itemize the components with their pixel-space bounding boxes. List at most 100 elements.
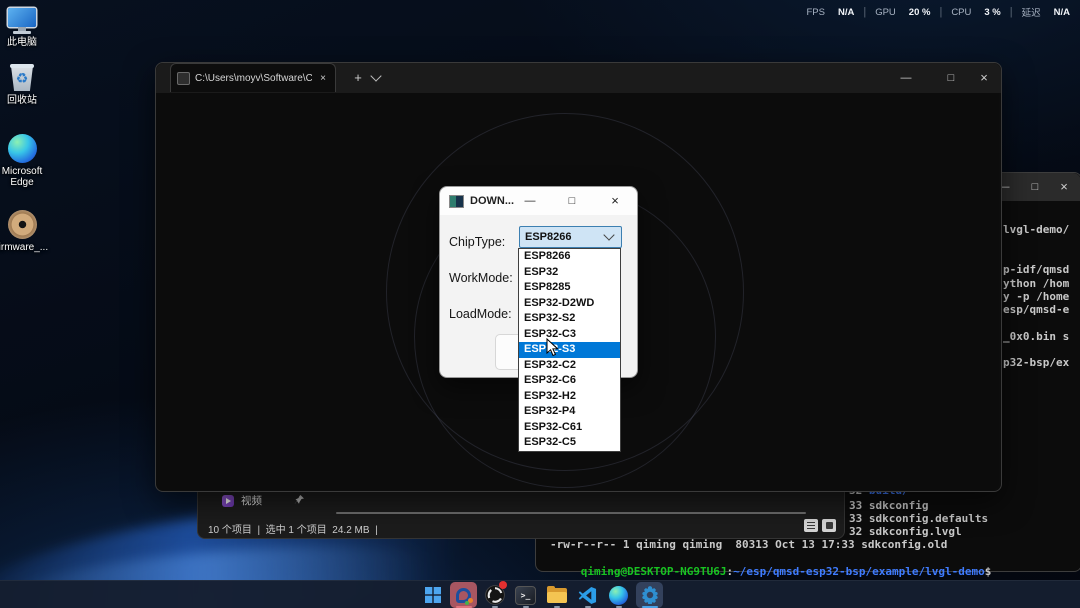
terminal-tab[interactable]: C:\Users\moyv\Software\Codi × — [170, 63, 336, 92]
dropdown-item[interactable]: ESP32-S2 — [519, 311, 620, 327]
gpu-label: GPU — [875, 7, 896, 18]
desktop-icon-this-pc[interactable]: 此电脑 — [0, 8, 54, 48]
gpu-value: 20 % — [909, 7, 931, 18]
cpu-value: 3 % — [984, 7, 1000, 18]
gear-icon — [641, 586, 659, 604]
dropdown-item[interactable]: ESP32-D2WD — [519, 296, 620, 312]
maximize-icon[interactable]: □ — [936, 63, 966, 93]
desktop-icon-label: 此电脑 — [0, 37, 54, 48]
close-icon[interactable]: × — [605, 187, 625, 215]
dropdown-item[interactable]: ESP8266 — [519, 249, 620, 265]
app-icon — [449, 195, 464, 208]
close-icon[interactable]: × — [1051, 173, 1077, 201]
terminal-text: y -p /home — [1003, 290, 1069, 303]
taskbar: >_ ∧ 中 拼 — [0, 580, 1080, 608]
prompt-user-host: qiming@DESKTOP-NG9TU6J — [581, 565, 727, 578]
minimize-icon[interactable]: — — [520, 187, 540, 215]
mouse-cursor — [546, 338, 559, 357]
desktop-icon-edge[interactable]: Microsoft Edge — [0, 134, 54, 188]
performance-overlay: FPS N/A | GPU 20 % | CPU 3 % | 延迟 N/A — [806, 5, 1070, 19]
dropdown-item[interactable]: ESP32-C5 — [519, 435, 620, 451]
terminal-text: _0x0.bin s — [1003, 330, 1069, 343]
workmode-label: WorkMode: — [449, 271, 513, 285]
desktop-icon-label: Microsoft Edge — [0, 166, 52, 188]
desktop-icon-firmware-disc[interactable]: firmware_... — [0, 210, 54, 253]
edge-icon — [8, 134, 37, 163]
taskbar-center-icons: >_ — [419, 582, 663, 608]
close-icon[interactable]: × — [969, 63, 999, 93]
cmd-icon — [177, 72, 190, 85]
dropdown-item[interactable]: ESP32 — [519, 265, 620, 281]
status-bar-text: 10 个项目 | 选中 1 个项目 24.2 MB | — [208, 521, 378, 536]
terminal-text: 33 sdkconfig — [849, 499, 928, 512]
tab-title: C:\Users\moyv\Software\Codi — [195, 73, 312, 84]
terminal-icon: >_ — [515, 586, 536, 605]
explorer-scrollbar[interactable] — [336, 512, 806, 514]
terminal-text: 33 sdkconfig.defaults — [849, 512, 988, 525]
taskbar-icon-qq[interactable] — [450, 582, 477, 608]
maximize-icon[interactable]: □ — [562, 187, 582, 215]
terminal-text: p32-bsp/ex — [1003, 356, 1069, 369]
chiptype-dropdown-list: ESP8266 ESP32 ESP8285 ESP32-D2WD ESP32-S… — [518, 248, 621, 452]
taskbar-icon-settings[interactable] — [636, 582, 663, 608]
videos-icon — [222, 495, 234, 507]
windows-logo-icon — [425, 587, 441, 603]
taskbar-icon-explorer[interactable] — [543, 582, 570, 608]
pin-icon[interactable] — [294, 494, 305, 505]
loadmode-label: LoadMode: — [449, 307, 512, 321]
stats-separator: | — [1010, 6, 1013, 18]
dropdown-item[interactable]: ESP32-H2 — [519, 389, 620, 405]
dropdown-item[interactable]: ESP32-P4 — [519, 404, 620, 420]
cpu-label: CPU — [951, 7, 971, 18]
sidebar-item-videos[interactable]: 视频 — [222, 493, 262, 508]
dropdown-item-selected[interactable]: ESP32-S3 — [519, 342, 620, 358]
taskbar-icon-edge[interactable] — [605, 582, 632, 608]
chiptype-label: ChipType: — [449, 235, 505, 249]
maximize-icon[interactable]: □ — [1022, 173, 1048, 201]
dialog-title-bar[interactable]: DOWN... — □ × — [440, 187, 637, 215]
sidebar-item-label: 视频 — [241, 493, 262, 508]
desktop-icon-label: firmware_... — [0, 242, 55, 253]
terminal-text: ython /hom — [1003, 277, 1069, 290]
terminal-text: -rw-r--r-- 1 qiming qiming 80313 Oct 13 … — [550, 538, 947, 551]
dropdown-item[interactable]: ESP32-C6 — [519, 373, 620, 389]
chiptype-combobox[interactable]: ESP8266 — [519, 226, 622, 248]
new-tab-button[interactable]: + — [346, 63, 370, 93]
taskbar-icon-vscode[interactable] — [574, 582, 601, 608]
taskbar-icon-terminal[interactable]: >_ — [512, 582, 539, 608]
dropdown-item[interactable]: ESP8285 — [519, 280, 620, 296]
notification-dot — [465, 601, 469, 605]
details-view-button[interactable] — [804, 519, 818, 532]
chevron-down-icon — [603, 229, 614, 240]
tab-close-icon[interactable]: × — [317, 73, 329, 84]
this-pc-icon — [7, 8, 37, 34]
desktop-icon-recycle-bin[interactable]: ♻ 回收站 — [0, 64, 54, 106]
dropdown-item[interactable]: ESP32-C61 — [519, 420, 620, 436]
combobox-value: ESP8266 — [525, 231, 605, 243]
edge-icon — [609, 586, 628, 605]
thumbnail-view-button[interactable] — [822, 519, 836, 532]
taskbar-icon-obs[interactable] — [481, 582, 508, 608]
stats-separator: | — [939, 6, 942, 18]
dropdown-item[interactable]: ESP32-C2 — [519, 358, 620, 374]
recycle-bin-icon: ♻ — [10, 64, 34, 92]
latency-label: 延迟 — [1022, 5, 1041, 19]
tab-bar: C:\Users\moyv\Software\Codi × + — □ × — [156, 63, 1001, 93]
start-button[interactable] — [419, 582, 446, 608]
recording-badge — [499, 581, 507, 589]
fps-value: N/A — [838, 7, 854, 18]
minimize-icon[interactable]: — — [891, 63, 921, 93]
latency-value: N/A — [1054, 7, 1070, 18]
vscode-icon — [578, 586, 597, 605]
terminal-text: p-idf/qmsd — [1003, 263, 1069, 276]
terminal-text: 32 sdkconfig.lvgl — [849, 525, 962, 538]
dropdown-item[interactable]: ESP32-C3 — [519, 327, 620, 343]
terminal-text: lvgl-demo/ — [1003, 223, 1069, 236]
tab-dropdown-icon[interactable] — [372, 76, 388, 80]
desktop-screen: FPS N/A | GPU 20 % | CPU 3 % | 延迟 N/A 此电脑 ♻ … — [0, 0, 1080, 608]
terminal-text: esp/qmsd-e — [1003, 303, 1069, 316]
desktop-icon-label: 回收站 — [0, 95, 54, 106]
stats-separator: | — [863, 6, 866, 18]
folder-icon — [547, 588, 567, 603]
fps-label: FPS — [806, 7, 824, 18]
